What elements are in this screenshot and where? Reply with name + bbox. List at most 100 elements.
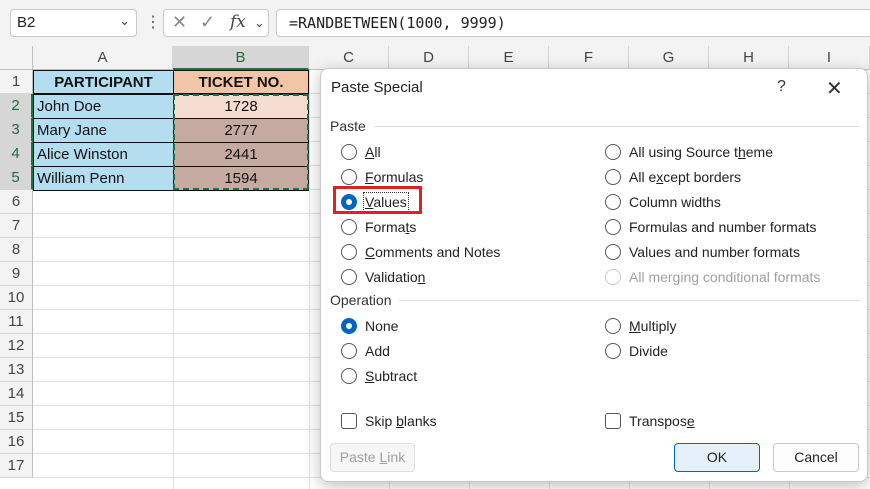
row-header-16[interactable]: 16 [0,430,33,454]
skip-blanks-label: Skip blanks [365,413,437,429]
radio-label: All [365,144,381,160]
radio-label: None [365,318,399,334]
radio-button-icon [605,269,621,285]
column-header-f[interactable]: F [549,46,629,70]
transpose-checkbox[interactable]: Transpose [605,411,695,431]
chevron-down-icon[interactable]: ⌄ [119,13,130,29]
radio-label: Multiply [629,318,677,334]
paste-group-label: Paste [330,118,366,134]
radio-subtract[interactable]: Subtract [341,366,417,386]
column-header-g[interactable]: G [629,46,709,70]
radio-button-icon [605,219,621,235]
ok-button[interactable]: OK [674,443,760,472]
values-highlight-box [333,186,422,214]
radio-label: Formulas and number formats [629,219,817,235]
row-header-5[interactable]: 5 [0,166,33,190]
row-header-11[interactable]: 11 [0,310,33,334]
row-header-1[interactable]: 1 [0,70,33,94]
radio-button-icon [341,219,357,235]
radio-button-icon [341,144,357,160]
more-options-icon[interactable]: ⋮ [145,12,161,32]
chevron-down-icon[interactable]: ⌄ [254,15,265,31]
row-header-10[interactable]: 10 [0,286,33,310]
radio-label: Formulas [365,169,424,185]
checkbox-icon [341,413,357,429]
radio-none[interactable]: None [341,316,398,336]
gridline [309,70,310,489]
row-header-14[interactable]: 14 [0,382,33,406]
formula-input[interactable]: =RANDBETWEEN(1000, 9999) [276,9,870,37]
radio-label: Divide [629,343,668,359]
cell-B2[interactable]: 1728 [173,94,309,119]
radio-all-using-source-theme[interactable]: All using Source theme [605,142,773,162]
row-header-2[interactable]: 2 [0,94,33,118]
radio-add[interactable]: Add [341,341,390,361]
column-header-d[interactable]: D [389,46,469,70]
cell-A3[interactable]: Mary Jane [33,118,174,143]
radio-column-widths[interactable]: Column widths [605,192,721,212]
radio-button-icon [341,318,357,334]
radio-comments-and-notes[interactable]: Comments and Notes [341,242,500,262]
column-header-i[interactable]: I [789,46,870,70]
close-icon[interactable]: ✕ [826,76,843,101]
column-header-b[interactable]: B [173,46,309,70]
radio-all-except-borders[interactable]: All except borders [605,167,741,187]
cancel-button[interactable]: Cancel [773,443,859,472]
skip-blanks-checkbox[interactable]: Skip blanks [341,411,437,431]
cell-A1[interactable]: PARTICIPANT [33,70,174,94]
cancel-icon[interactable]: ✕ [172,12,187,33]
radio-label: Column widths [629,194,721,210]
operation-group-label: Operation [330,292,392,308]
row-header-8[interactable]: 8 [0,238,33,262]
row-header-15[interactable]: 15 [0,406,33,430]
cell-B3[interactable]: 2777 [173,118,309,143]
row-header-17[interactable]: 17 [0,454,33,478]
paste-special-dialog: Paste Special ? ✕ Paste All Formulas Value… [320,68,868,482]
radio-formulas[interactable]: Formulas [341,167,423,187]
radio-button-icon [605,244,621,260]
row-header-7[interactable]: 7 [0,214,33,238]
radio-label: Values and number formats [629,244,800,260]
cell-B4[interactable]: 2441 [173,142,309,167]
row-header-9[interactable]: 9 [0,262,33,286]
paste-link-button[interactable]: Paste Link [330,443,415,472]
radio-validation[interactable]: Validation [341,267,425,287]
row-header-13[interactable]: 13 [0,358,33,382]
name-box[interactable]: B2 ⌄ [10,9,137,37]
check-icon[interactable]: ✓ [200,12,215,33]
cell-A4[interactable]: Alice Winston [33,142,174,167]
name-box-value: B2 [17,14,36,31]
row-header-12[interactable]: 12 [0,334,33,358]
divider [374,126,860,127]
radio-divide[interactable]: Divide [605,341,668,361]
fx-icon[interactable]: fx [230,12,246,32]
radio-label: Add [365,343,390,359]
radio-button-icon [605,144,621,160]
cell-B5[interactable]: 1594 [173,166,309,191]
cell-A2[interactable]: John Doe [33,94,174,119]
column-header-a[interactable]: A [33,46,173,70]
radio-all[interactable]: All [341,142,381,162]
row-header-6[interactable]: 6 [0,190,33,214]
column-header-h[interactable]: H [709,46,789,70]
help-icon[interactable]: ? [777,78,786,96]
radio-formulas-and-number-formats[interactable]: Formulas and number formats [605,217,817,237]
radio-label: All merging conditional formats [629,269,821,285]
radio-values-and-number-formats[interactable]: Values and number formats [605,242,800,262]
select-all-corner[interactable] [0,46,33,70]
checkbox-icon [605,413,621,429]
cell-B1[interactable]: TICKET NO. [173,70,309,94]
row-header-4[interactable]: 4 [0,142,33,166]
radio-button-icon [605,194,621,210]
radio-multiply[interactable]: Multiply [605,316,676,336]
column-header-e[interactable]: E [469,46,549,70]
transpose-label: Transpose [629,413,695,429]
row-header-3[interactable]: 3 [0,118,33,142]
column-header-c[interactable]: C [309,46,389,70]
radio-button-icon [341,269,357,285]
radio-button-icon [341,169,357,185]
radio-button-icon [341,244,357,260]
radio-button-icon [341,368,357,384]
radio-formats[interactable]: Formats [341,217,416,237]
cell-A5[interactable]: William Penn [33,166,174,191]
